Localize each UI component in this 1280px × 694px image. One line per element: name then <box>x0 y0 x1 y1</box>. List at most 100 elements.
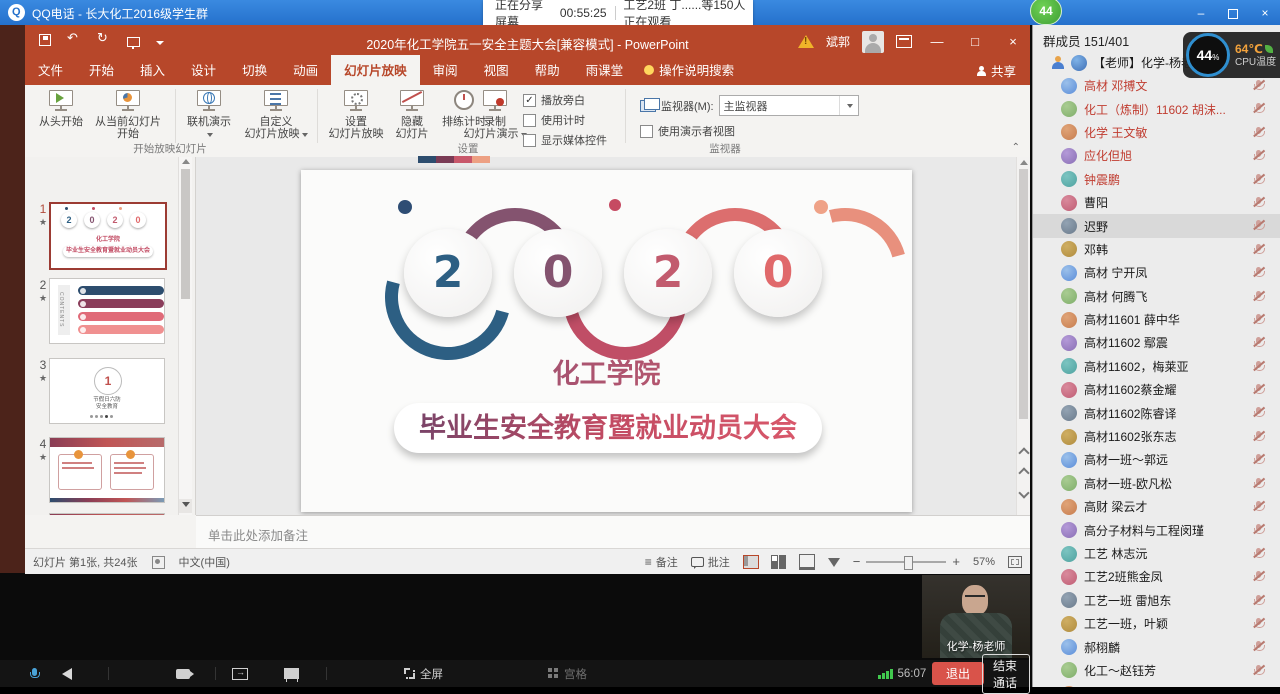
mic-button[interactable] <box>30 660 38 687</box>
accessibility-icon[interactable] <box>152 556 165 569</box>
grid-view-button[interactable]: 宫格 <box>548 660 587 687</box>
slide-canvas[interactable]: 2 0 2 0 化工学院 毕业生安全教育暨就业动员大会 <box>301 170 912 512</box>
fullscreen-button[interactable]: 全屏 <box>404 660 443 687</box>
screen-share-button[interactable] <box>232 660 248 687</box>
member-row[interactable]: 钟震鹏 <box>1033 168 1280 191</box>
member-row[interactable]: 迟野 <box>1033 214 1280 237</box>
tab-review[interactable]: 审阅 <box>420 55 471 85</box>
member-row[interactable]: 工艺2班熊金凤 <box>1033 565 1280 588</box>
tell-me-search[interactable]: 操作说明搜索 <box>644 60 734 85</box>
slide-thumbnail-5[interactable] <box>49 513 165 515</box>
slide-thumbnail-4[interactable] <box>49 437 165 503</box>
member-row[interactable]: 工艺一班，叶颖 <box>1033 612 1280 635</box>
previous-slide-icon[interactable] <box>1018 447 1029 458</box>
custom-slideshow-button[interactable]: 自定义幻灯片放映 <box>240 87 312 140</box>
share-button[interactable]: 共享 <box>977 61 1016 80</box>
presenter-view-checkbox[interactable]: 使用演示者视图 <box>640 123 735 139</box>
previous-slide-icon[interactable] <box>1018 467 1029 478</box>
member-row[interactable]: 高材11602蔡金耀 <box>1033 378 1280 401</box>
teacher-video-thumbnail[interactable]: 化学-杨老师 <box>922 575 1030 658</box>
zoom-slider-thumb[interactable] <box>904 556 913 570</box>
member-row[interactable]: 化工～赵钰芳 <box>1033 659 1280 682</box>
tab-help[interactable]: 帮助 <box>522 55 573 85</box>
warning-icon[interactable] <box>798 35 814 48</box>
scroll-down-button[interactable] <box>179 499 192 513</box>
slide-thumbnail-1[interactable]: 2 0 2 0 化工学院 毕业生安全教育暨就业动员大会 <box>49 202 167 270</box>
comments-toggle-button[interactable]: 批注 <box>691 554 730 570</box>
notes-toggle-button[interactable]: ≡备注 <box>645 554 678 570</box>
from-current-slide-button[interactable]: 从当前幻灯片开始 <box>87 87 169 140</box>
account-avatar[interactable] <box>862 31 884 53</box>
member-row[interactable]: 郝栩麟 <box>1033 635 1280 658</box>
zoom-slider[interactable] <box>866 561 946 563</box>
notes-pane[interactable]: 单击此处添加备注 <box>196 515 1030 549</box>
qq-close-button[interactable]: × <box>1256 5 1274 21</box>
ppt-close-button[interactable]: × <box>1000 25 1026 58</box>
ppt-maximize-button[interactable]: □ <box>962 25 988 58</box>
zoom-out-button[interactable]: − <box>853 554 861 569</box>
tab-insert[interactable]: 插入 <box>127 55 178 85</box>
account-name[interactable]: 斌郭 <box>826 33 850 50</box>
scroll-up-icon[interactable] <box>182 159 190 164</box>
normal-view-button[interactable] <box>743 555 759 569</box>
tab-view[interactable]: 视图 <box>471 55 522 85</box>
setup-slideshow-button[interactable]: 设置幻灯片放映 <box>323 87 389 140</box>
member-row[interactable]: 高材 何腾飞 <box>1033 285 1280 308</box>
member-row[interactable]: 化学 王文敏 <box>1033 121 1280 144</box>
member-row[interactable]: 高材11601 薛中华 <box>1033 308 1280 331</box>
editor-scrollbar[interactable] <box>1016 157 1030 515</box>
member-row[interactable]: 高材11602 鄢震 <box>1033 331 1280 354</box>
fit-to-window-button[interactable] <box>1008 556 1022 568</box>
zoom-percent[interactable]: 57% <box>973 556 995 568</box>
reading-view-button[interactable] <box>799 554 815 570</box>
whiteboard-button[interactable] <box>284 660 299 687</box>
end-call-button[interactable]: 结束通话 <box>982 654 1030 694</box>
member-row[interactable]: 高材一班-欧凡松 <box>1033 472 1280 495</box>
tab-animations[interactable]: 动画 <box>280 55 331 85</box>
qq-restore-button[interactable] <box>1224 5 1242 21</box>
zoom-in-button[interactable]: + <box>952 554 960 569</box>
hide-slide-button[interactable]: 隐藏幻灯片 <box>389 87 435 140</box>
slideshow-view-button[interactable] <box>828 558 840 567</box>
tab-file[interactable]: 文件 <box>25 55 76 85</box>
member-row[interactable]: 高材 宁开凤 <box>1033 261 1280 284</box>
qq-minimize-button[interactable]: – <box>1192 5 1210 21</box>
tab-transitions[interactable]: 切换 <box>229 55 280 85</box>
member-row[interactable]: 工艺 林志沅 <box>1033 542 1280 565</box>
member-row[interactable]: 高财 梁云才 <box>1033 495 1280 518</box>
member-row[interactable]: 邓韩 <box>1033 238 1280 261</box>
member-row[interactable]: 化工11601班瑞泽 <box>1033 682 1280 687</box>
tab-slideshow[interactable]: 幻灯片放映 <box>331 55 420 85</box>
thumbnail-scrollbar[interactable] <box>178 157 192 515</box>
member-row[interactable]: 高材11602，梅莱亚 <box>1033 355 1280 378</box>
language-status[interactable]: 中文(中国) <box>179 554 230 570</box>
slide-sorter-view-button[interactable] <box>772 556 786 568</box>
member-row[interactable]: 高分子材料与工程闵瑾 <box>1033 518 1280 541</box>
use-timings-checkbox[interactable]: 使用计时 <box>523 112 585 128</box>
present-online-button[interactable]: 联机演示 <box>180 87 238 140</box>
scrollbar-thumb[interactable] <box>181 169 190 299</box>
ribbon-display-options-icon[interactable] <box>896 35 912 48</box>
member-row[interactable]: 化工（炼制）11602 胡沫... <box>1033 97 1280 120</box>
tab-design[interactable]: 设计 <box>178 55 229 85</box>
from-beginning-button[interactable]: 从头开始 <box>35 87 87 128</box>
slide-thumbnail-2[interactable]: CONTENTS <box>49 278 165 344</box>
tab-home[interactable]: 开始 <box>76 55 127 85</box>
next-slide-icon[interactable] <box>1018 487 1029 498</box>
play-narrations-checkbox[interactable]: ✓播放旁白 <box>523 92 585 108</box>
member-row[interactable]: 曹阳 <box>1033 191 1280 214</box>
member-row[interactable]: 高材11602陈睿译 <box>1033 401 1280 424</box>
tab-rain-classroom[interactable]: 雨课堂 <box>573 55 637 85</box>
member-row[interactable]: 应化但旭 <box>1033 144 1280 167</box>
scroll-up-icon[interactable] <box>1020 160 1028 165</box>
exit-button[interactable]: 退出 <box>932 662 984 685</box>
slide-thumbnail-3[interactable]: 1 节假日六防安全教育 <box>49 358 165 424</box>
member-row[interactable]: 工艺一班 雷旭东 <box>1033 589 1280 612</box>
member-row[interactable]: 高材一班～郭远 <box>1033 448 1280 471</box>
scrollbar-thumb[interactable] <box>1019 169 1028 419</box>
monitor-select[interactable]: 主监视器 <box>719 95 859 116</box>
unread-count-badge[interactable]: 44 <box>1030 0 1062 25</box>
speaker-button[interactable] <box>62 660 72 687</box>
member-row[interactable]: 高材11602张东志 <box>1033 425 1280 448</box>
collapse-ribbon-icon[interactable]: ⌃ <box>1012 142 1020 153</box>
